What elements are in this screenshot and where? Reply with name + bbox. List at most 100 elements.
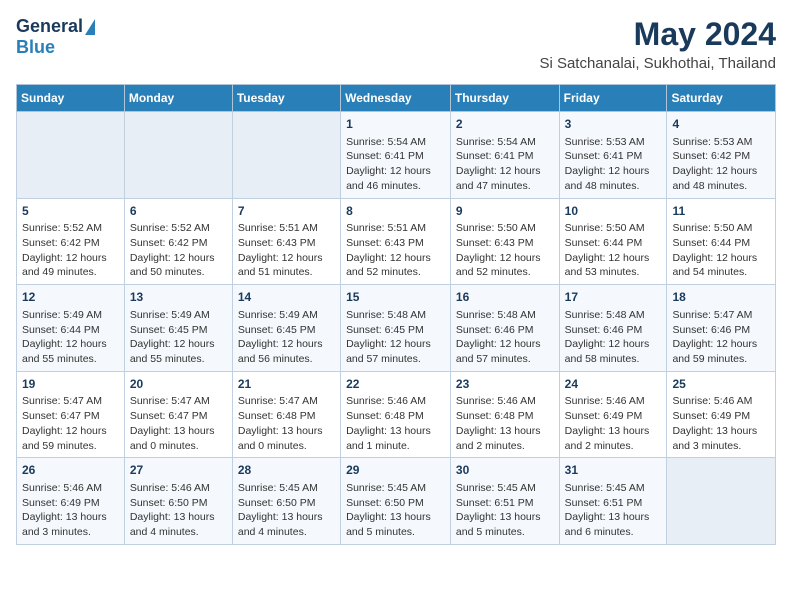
day-info-line: Daylight: 13 hours <box>565 424 662 439</box>
day-info-line: Daylight: 12 hours <box>346 337 445 352</box>
day-number: 31 <box>565 462 662 479</box>
day-info-line: Daylight: 12 hours <box>565 251 662 266</box>
day-number: 4 <box>672 116 770 133</box>
day-info-line: Sunset: 6:50 PM <box>346 496 445 511</box>
calendar-cell: 8Sunrise: 5:51 AMSunset: 6:43 PMDaylight… <box>341 198 451 285</box>
calendar-week-row: 5Sunrise: 5:52 AMSunset: 6:42 PMDaylight… <box>17 198 776 285</box>
day-info-line: Daylight: 12 hours <box>22 337 119 352</box>
calendar-cell: 12Sunrise: 5:49 AMSunset: 6:44 PMDayligh… <box>17 285 125 372</box>
calendar-cell: 2Sunrise: 5:54 AMSunset: 6:41 PMDaylight… <box>450 112 559 199</box>
day-info-line: Sunrise: 5:46 AM <box>672 394 770 409</box>
day-info-line: Daylight: 12 hours <box>672 251 770 266</box>
weekday-header-sunday: Sunday <box>17 85 125 112</box>
day-info-line: and 3 minutes. <box>22 525 119 540</box>
day-info-line: Sunset: 6:49 PM <box>22 496 119 511</box>
day-info-line: Sunset: 6:48 PM <box>456 409 554 424</box>
day-number: 22 <box>346 376 445 393</box>
day-info-line: Daylight: 13 hours <box>130 510 227 525</box>
day-info-line: Sunset: 6:44 PM <box>672 236 770 251</box>
day-info-line: Sunrise: 5:45 AM <box>346 481 445 496</box>
calendar-cell: 23Sunrise: 5:46 AMSunset: 6:48 PMDayligh… <box>450 371 559 458</box>
day-info-line: Sunrise: 5:50 AM <box>565 221 662 236</box>
day-info-line: Sunrise: 5:50 AM <box>456 221 554 236</box>
day-info-line: and 55 minutes. <box>130 352 227 367</box>
calendar-subtitle: Si Satchanalai, Sukhothai, Thailand <box>539 55 776 72</box>
calendar-week-row: 19Sunrise: 5:47 AMSunset: 6:47 PMDayligh… <box>17 371 776 458</box>
calendar-title: May 2024 <box>539 16 776 53</box>
day-info-line: Sunset: 6:49 PM <box>565 409 662 424</box>
day-number: 7 <box>238 203 335 220</box>
calendar-cell: 20Sunrise: 5:47 AMSunset: 6:47 PMDayligh… <box>124 371 232 458</box>
calendar-cell: 24Sunrise: 5:46 AMSunset: 6:49 PMDayligh… <box>559 371 667 458</box>
logo-triangle-icon <box>85 19 95 35</box>
day-info-line: and 2 minutes. <box>456 439 554 454</box>
calendar-cell: 13Sunrise: 5:49 AMSunset: 6:45 PMDayligh… <box>124 285 232 372</box>
day-info-line: and 2 minutes. <box>565 439 662 454</box>
day-info-line: Daylight: 12 hours <box>456 251 554 266</box>
day-number: 26 <box>22 462 119 479</box>
calendar-cell: 26Sunrise: 5:46 AMSunset: 6:49 PMDayligh… <box>17 458 125 545</box>
day-info-line: and 0 minutes. <box>238 439 335 454</box>
day-number: 16 <box>456 289 554 306</box>
day-info-line: and 59 minutes. <box>22 439 119 454</box>
calendar-cell: 6Sunrise: 5:52 AMSunset: 6:42 PMDaylight… <box>124 198 232 285</box>
day-info-line: Daylight: 12 hours <box>565 164 662 179</box>
day-number: 6 <box>130 203 227 220</box>
day-number: 1 <box>346 116 445 133</box>
day-number: 3 <box>565 116 662 133</box>
calendar-cell: 18Sunrise: 5:47 AMSunset: 6:46 PMDayligh… <box>667 285 776 372</box>
day-info-line: Sunset: 6:41 PM <box>456 149 554 164</box>
day-number: 2 <box>456 116 554 133</box>
calendar-week-row: 1Sunrise: 5:54 AMSunset: 6:41 PMDaylight… <box>17 112 776 199</box>
day-info-line: and 49 minutes. <box>22 265 119 280</box>
day-info-line: and 4 minutes. <box>238 525 335 540</box>
day-info-line: Daylight: 13 hours <box>130 424 227 439</box>
day-info-line: Sunrise: 5:47 AM <box>22 394 119 409</box>
calendar-cell: 30Sunrise: 5:45 AMSunset: 6:51 PMDayligh… <box>450 458 559 545</box>
day-number: 19 <box>22 376 119 393</box>
day-number: 13 <box>130 289 227 306</box>
day-info-line: Sunrise: 5:52 AM <box>22 221 119 236</box>
day-number: 30 <box>456 462 554 479</box>
calendar-cell: 17Sunrise: 5:48 AMSunset: 6:46 PMDayligh… <box>559 285 667 372</box>
day-info-line: and 56 minutes. <box>238 352 335 367</box>
weekday-header-friday: Friday <box>559 85 667 112</box>
day-info-line: and 50 minutes. <box>130 265 227 280</box>
weekday-header-saturday: Saturday <box>667 85 776 112</box>
day-info-line: Sunrise: 5:49 AM <box>130 308 227 323</box>
day-info-line: Sunset: 6:50 PM <box>238 496 335 511</box>
day-number: 11 <box>672 203 770 220</box>
day-info-line: Sunrise: 5:47 AM <box>238 394 335 409</box>
calendar-cell: 11Sunrise: 5:50 AMSunset: 6:44 PMDayligh… <box>667 198 776 285</box>
calendar-cell: 29Sunrise: 5:45 AMSunset: 6:50 PMDayligh… <box>341 458 451 545</box>
day-info-line: Sunrise: 5:47 AM <box>672 308 770 323</box>
day-info-line: and 6 minutes. <box>565 525 662 540</box>
day-info-line: and 5 minutes. <box>456 525 554 540</box>
day-info-line: Sunset: 6:51 PM <box>565 496 662 511</box>
day-info-line: Sunrise: 5:53 AM <box>672 135 770 150</box>
calendar-cell: 16Sunrise: 5:48 AMSunset: 6:46 PMDayligh… <box>450 285 559 372</box>
day-info-line: Sunset: 6:48 PM <box>346 409 445 424</box>
day-info-line: Sunrise: 5:46 AM <box>130 481 227 496</box>
day-info-line: Sunrise: 5:46 AM <box>456 394 554 409</box>
day-info-line: Sunset: 6:42 PM <box>130 236 227 251</box>
day-info-line: Sunset: 6:45 PM <box>346 323 445 338</box>
calendar-cell: 7Sunrise: 5:51 AMSunset: 6:43 PMDaylight… <box>232 198 340 285</box>
day-number: 14 <box>238 289 335 306</box>
day-info-line: Daylight: 13 hours <box>346 424 445 439</box>
day-info-line: Sunset: 6:49 PM <box>672 409 770 424</box>
day-info-line: Daylight: 12 hours <box>130 251 227 266</box>
day-info-line: Sunset: 6:43 PM <box>456 236 554 251</box>
day-info-line: Sunrise: 5:50 AM <box>672 221 770 236</box>
day-info-line: and 57 minutes. <box>456 352 554 367</box>
calendar-cell: 4Sunrise: 5:53 AMSunset: 6:42 PMDaylight… <box>667 112 776 199</box>
day-info-line: and 55 minutes. <box>22 352 119 367</box>
day-info-line: Sunset: 6:46 PM <box>672 323 770 338</box>
weekday-header-thursday: Thursday <box>450 85 559 112</box>
calendar-cell: 19Sunrise: 5:47 AMSunset: 6:47 PMDayligh… <box>17 371 125 458</box>
day-info-line: Sunset: 6:44 PM <box>565 236 662 251</box>
day-info-line: Sunrise: 5:53 AM <box>565 135 662 150</box>
title-section: May 2024 Si Satchanalai, Sukhothai, Thai… <box>539 16 776 72</box>
day-number: 15 <box>346 289 445 306</box>
day-info-line: and 59 minutes. <box>672 352 770 367</box>
